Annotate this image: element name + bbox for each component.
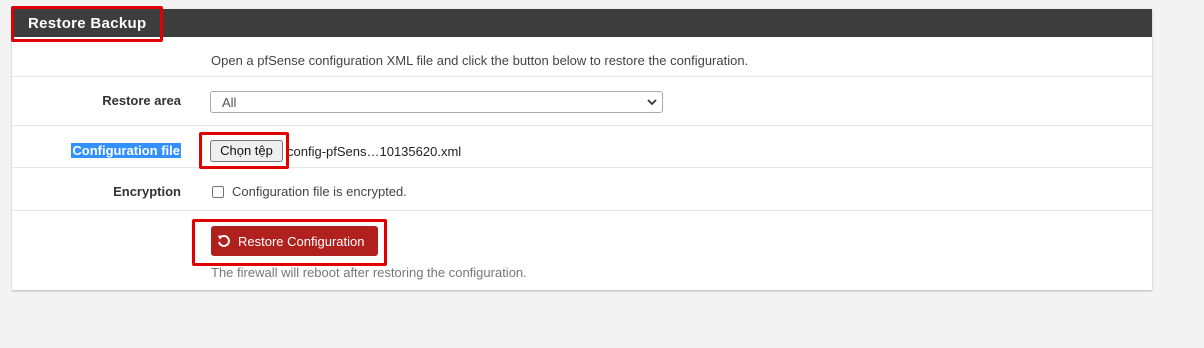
row-divider (12, 210, 1152, 211)
encryption-checkbox[interactable] (212, 186, 224, 198)
configuration-file-label: Configuration file (71, 143, 181, 158)
row-divider (12, 167, 1152, 168)
row-divider (12, 125, 1152, 126)
panel-title: Restore Backup (28, 15, 147, 32)
configuration-file-label-text: Configuration file (71, 143, 181, 158)
row-divider (12, 76, 1152, 77)
restore-configuration-button[interactable]: Restore Configuration (211, 226, 378, 256)
undo-icon (217, 235, 230, 247)
encryption-label: Encryption (113, 184, 181, 199)
encryption-checkbox-label[interactable]: Configuration file is encrypted. (232, 184, 407, 199)
restore-area-value: All (222, 95, 237, 110)
intro-text: Open a pfSense configuration XML file an… (211, 53, 749, 68)
reboot-help-text: The firewall will reboot after restoring… (211, 265, 527, 280)
restore-area-select[interactable]: All (210, 91, 663, 113)
panel-heading: Restore Backup (12, 9, 1152, 37)
chevron-down-icon (647, 99, 657, 106)
selected-file-name: config-pfSens…10135620.xml (287, 144, 462, 159)
restore-backup-panel: Restore Backup Open a pfSense configurat… (12, 9, 1152, 290)
restore-area-label: Restore area (102, 93, 181, 108)
choose-file-button[interactable]: Chọn tệp (210, 140, 283, 162)
restore-configuration-label: Restore Configuration (238, 234, 365, 249)
